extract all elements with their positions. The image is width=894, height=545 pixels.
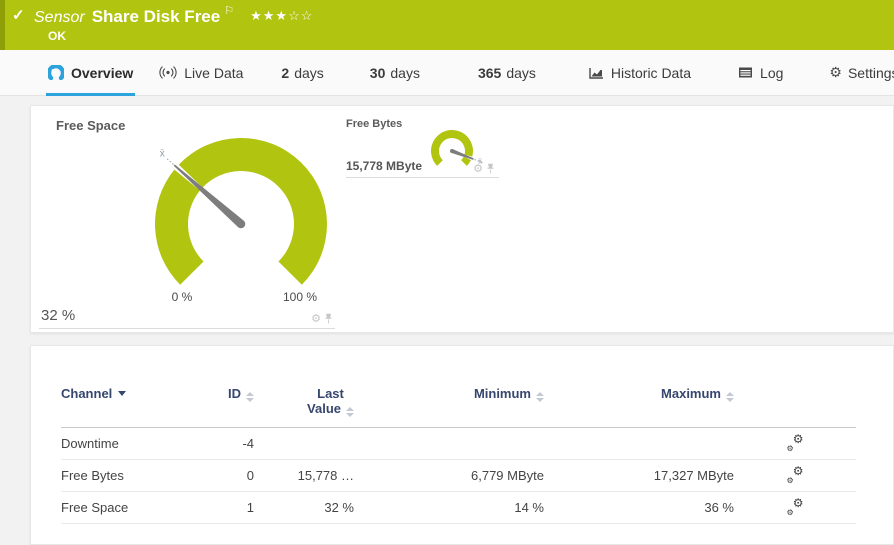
channel-id: -4 [211,428,256,460]
channel-maximum: 17,327 MByte [546,460,736,492]
column-header-settings [736,386,856,428]
pin-icon[interactable] [324,313,333,324]
tab-log[interactable]: Log [738,50,783,96]
channel-name: Downtime [61,428,211,460]
status-badge: OK [48,29,66,43]
channel-minimum: 14 % [356,492,546,524]
sensor-header: ✓ Sensor Share Disk Free⚐ ★★★☆☆ OK [0,0,894,50]
tab-30-days[interactable]: 30 days [370,50,420,96]
table-row-free-space: Free Space 1 32 % 14 % 36 % ⚙⚙ [61,492,856,524]
stars-empty: ☆☆ [288,8,313,23]
tab-label: Live Data [184,65,243,81]
channel-settings-icon[interactable]: ⚙⚙ [787,435,804,450]
column-header-last-value[interactable]: Last Value [256,386,356,428]
tab-label: days [506,65,536,81]
needle-pivot [450,149,454,153]
gauge-scale-label: 100 % [283,290,317,304]
channel-last-value [256,428,356,460]
channel-id: 1 [211,492,256,524]
channel-last-value: 15,778 … [256,460,356,492]
sort-icon [536,392,544,402]
tab-365-days[interactable]: 365 days [478,50,536,96]
tab-historic-data[interactable]: Historic Data [588,50,691,96]
priority-stars[interactable]: ★★★☆☆ [250,8,313,23]
tab-bar: Overview Live Data 2 days 30 days 365 da… [0,50,894,96]
channel-maximum [546,428,736,460]
gear-icon[interactable]: ⚙ [311,314,321,324]
chart-icon [588,66,604,80]
channels-table: Channel ID Last Value Minimum Maximum Do… [61,386,856,524]
sort-icon [346,407,354,417]
log-icon [738,66,753,79]
channel-settings-icon[interactable]: ⚙⚙ [787,467,804,482]
tab-label: Settings [848,65,894,81]
gauge-footer: 32 % ⚙ [39,305,335,329]
tab-overview[interactable]: Overview [48,50,133,96]
channel-minimum: 6,779 MByte [356,460,546,492]
tab-label: Overview [71,65,133,81]
table-header-row: Channel ID Last Value Minimum Maximum [61,386,856,428]
object-kind-label: Sensor [34,9,85,26]
table-row-downtime: Downtime -4 ⚙⚙ [61,428,856,460]
avg-marker-line [166,158,174,165]
column-header-minimum[interactable]: Minimum [356,386,546,428]
tab-settings[interactable]: ⚙ Settings [829,50,894,96]
pin-icon[interactable] [486,163,495,174]
tab-label: days [390,65,420,81]
channel-name: Free Space [61,492,211,524]
gauge-scale-label: 0 % [172,290,193,304]
live-data-icon [159,66,177,79]
free-space-gauge-tile: Free Space x̄0 %100 % 32 % ⚙ [36,106,338,332]
free-space-gauge: x̄ 0 % 100 % [36,128,346,308]
gear-icon: ⚙ [829,64,842,81]
tab-label: Log [760,65,783,81]
column-header-id[interactable]: ID [211,386,256,428]
tab-label: days [294,65,324,81]
free-bytes-gauge-tile: Free Bytes x̄ 15,778 MByte ⚙ [346,106,499,178]
gauges-panel: Free Space x̄0 %100 % 32 % ⚙ Free Bytes … [30,105,894,333]
avg-marker: x̄ [160,149,165,160]
gauge-value: 15,778 MByte [346,159,422,173]
sort-icon [726,392,734,402]
column-header-maximum[interactable]: Maximum [546,386,736,428]
channel-settings-icon[interactable]: ⚙⚙ [787,499,804,514]
page-title: Share Disk Free [92,7,221,26]
channel-minimum [356,428,546,460]
sort-desc-icon [118,391,126,396]
tab-2-days[interactable]: 2 days [281,50,323,96]
channels-panel: Channel ID Last Value Minimum Maximum Do… [30,345,894,545]
stars-filled: ★★★ [250,8,288,23]
priority-stripe [0,0,5,50]
table-row-free-bytes: Free Bytes 0 15,778 … 6,779 MByte 17,327… [61,460,856,492]
gauge-icon [48,65,64,80]
gauge-value: 32 % [41,307,75,324]
channel-id: 0 [211,460,256,492]
status-ok-icon: ✓ [12,6,25,24]
gauge-title: Free Bytes [346,118,402,130]
channel-last-value: 32 % [256,492,356,524]
tab-live-data[interactable]: Live Data [159,50,243,96]
needle-pivot [237,220,246,229]
flag-icon[interactable]: ⚐ [224,5,234,17]
gear-icon[interactable]: ⚙ [473,164,483,174]
tab-label: Historic Data [611,65,691,81]
channel-name: Free Bytes [61,460,211,492]
column-header-channel[interactable]: Channel [61,386,211,428]
channel-maximum: 36 % [546,492,736,524]
sort-icon [246,392,254,402]
